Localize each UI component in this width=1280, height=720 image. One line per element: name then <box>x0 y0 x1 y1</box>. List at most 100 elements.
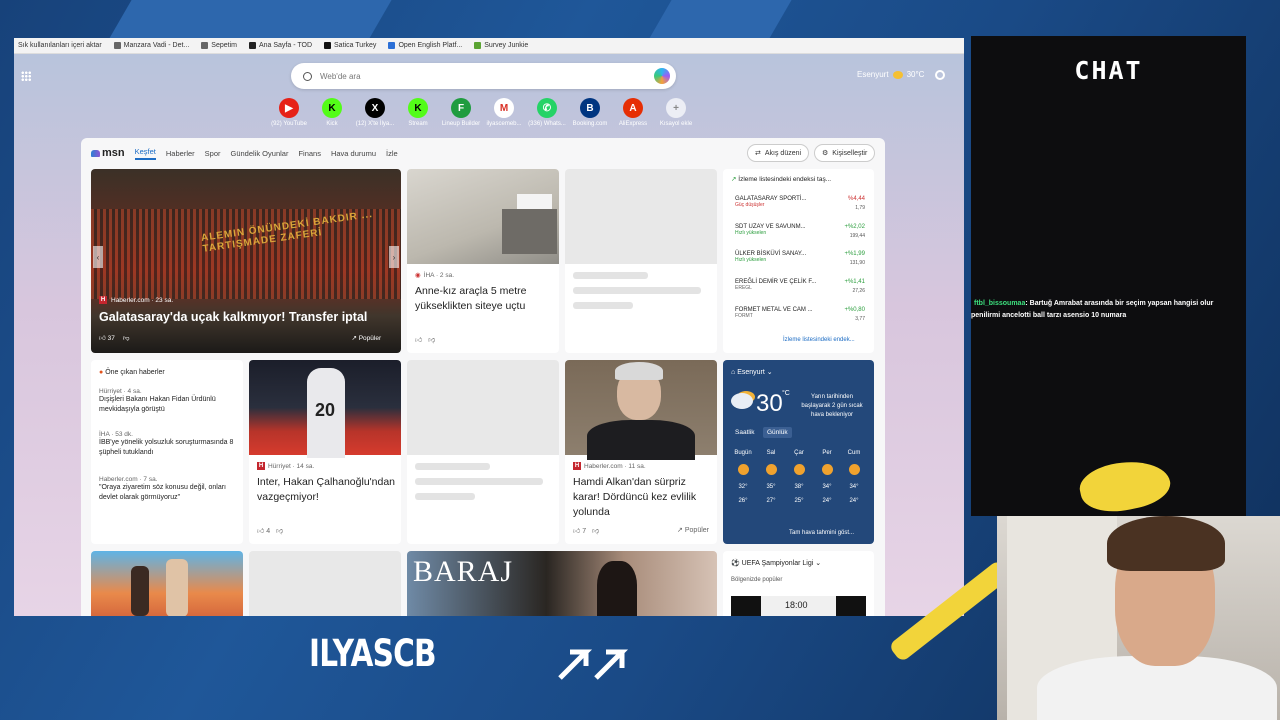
character-shape <box>131 566 149 616</box>
tab-finans[interactable]: Finans <box>298 149 321 158</box>
loading-image <box>407 360 559 455</box>
like-icon[interactable]: 👍︎ 👎︎ <box>415 335 435 344</box>
day-name: Cum <box>847 450 861 456</box>
hero-card[interactable]: ALEMIN ÖNÜNDEKİ BAKDIR ... TARTIŞMADE ZA… <box>91 169 401 353</box>
aliexpress-icon: A <box>623 98 643 118</box>
msn-logo[interactable]: msn <box>91 147 125 159</box>
weather-card[interactable]: ⌂ Esenyurt ⌄ 30 °C Yarın tarihinden başl… <box>723 360 874 544</box>
watchlist-more-link[interactable]: İzleme listesindeki endek... <box>783 337 855 343</box>
news-card[interactable]: 20 H Hürriyet · 14 sa. Inter, Hakan Çalha… <box>249 360 401 544</box>
personalize-button[interactable]: ⚙ Kişiselleştir <box>814 144 876 162</box>
watchlist-row[interactable]: EREĞLİ DEMİR VE ÇELİK F... EREGL +%1,41 27,… <box>735 279 865 299</box>
new-tab-page: Web'de ara Esenyurt 30°C ▶ (92) YouTube K… <box>14 54 964 616</box>
news-card[interactable]: H Haberler.com · 11 sa. Hamdi Alkan'dan s… <box>565 360 717 544</box>
baraj-title: BARAJ <box>413 555 514 588</box>
tab-daily[interactable]: Günlük <box>763 427 792 438</box>
brand-arrows-icon <box>558 649 629 680</box>
like-icon[interactable]: 👍︎ 7 👎︎ <box>573 526 599 535</box>
watchlist-row[interactable]: SDT UZAY VE SAVUNM... Hızlı yükselen +%2,0… <box>735 224 865 244</box>
top-news-item[interactable]: Hürriyet · 4 sa. Dışişleri Bakanı Hakan … <box>99 388 237 415</box>
uefa-title[interactable]: ⚽ UEFA Şampiyonlar Ligi ⌄ <box>731 559 821 567</box>
tab-hava-durumu[interactable]: Hava durumu <box>331 149 376 158</box>
top-news-item[interactable]: Haberler.com · 7 sa. "Oraya ziyaretim sö… <box>99 476 237 503</box>
hero-title[interactable]: Galatasaray'da uçak kalkmıyor! Transfer … <box>99 310 367 324</box>
chat-text: : Bartuğ Amrabat arasında bir seçim yaps… <box>1025 300 1214 307</box>
top-news-title: ● Öne çıkan haberler <box>99 369 165 376</box>
news-source-text: Haberler.com · 11 sa. <box>584 462 646 470</box>
suit-shape <box>587 420 695 460</box>
watchlist-row[interactable]: GALATASARAY SPORTİ... Güç düşüşler %4,44 1,… <box>735 196 865 216</box>
haberler-logo-icon: H <box>99 296 107 304</box>
stock-value: 1,79 <box>855 205 865 211</box>
top-news-title-text: Öne çıkan haberler <box>105 369 165 376</box>
loading-card <box>249 551 401 616</box>
bookmark-item[interactable]: Sık kullanılanları içeri aktar <box>18 42 102 49</box>
like-icon[interactable]: 👍︎ 37 <box>99 334 115 342</box>
msn-logo-text: msn <box>102 147 125 159</box>
next-arrow-icon[interactable]: › <box>389 246 399 268</box>
stock-value: 199,44 <box>849 233 865 239</box>
like-count: 4 <box>266 528 271 535</box>
news-source: H Hürriyet · 14 sa. <box>257 462 314 470</box>
site-icon <box>388 42 396 49</box>
weather-widget-top[interactable]: Esenyurt 30°C <box>857 70 924 79</box>
hair-shape <box>615 362 663 380</box>
tab-kesfet[interactable]: Keşfet <box>134 147 156 160</box>
search-input[interactable]: Web'de ara <box>320 72 361 81</box>
add-shortcut-button[interactable]: + Kısayol ekle <box>650 98 702 127</box>
loading-card <box>407 360 559 544</box>
popular-badge: ↗ Popüler <box>351 335 382 342</box>
bookmark-item[interactable]: Satica Turkey <box>324 42 376 49</box>
day-name: Sal <box>766 450 776 456</box>
bookmark-item[interactable]: Open English Platf... <box>388 42 462 49</box>
top-news-item[interactable]: İHA · 53 dk. İBB'ye yönelik yolsuzluk so… <box>99 431 237 458</box>
chat-username: ftbl_bissoumaa <box>974 300 1026 307</box>
search-box[interactable]: Web'de ara <box>291 63 676 89</box>
copilot-icon[interactable] <box>654 68 670 84</box>
msn-nav: msn Keşfet Haberler Spor Gündelik Oyunla… <box>81 138 885 168</box>
game-card[interactable] <box>91 551 243 616</box>
tab-oyunlar[interactable]: Gündelik Oyunlar <box>231 149 289 158</box>
temp-low: 25° <box>794 498 804 504</box>
watchlist-row[interactable]: FORMET METAL VE CAM ... FORMT +%0,80 3,77 <box>735 307 865 327</box>
watchlist-row[interactable]: ÜLKER BİSKÜVİ SANAY... Hızlı yükselen +%1,… <box>735 251 865 271</box>
bookmark-item[interactable]: Manzara Vadi - Det... <box>113 42 189 49</box>
like-icon[interactable]: 👍︎ 4 👎︎ <box>257 526 283 535</box>
news-title: Hamdi Alkan'dan sürpriz karar! Dördüncü … <box>573 476 697 518</box>
dislike-icon[interactable]: 👎︎ <box>123 334 130 342</box>
baraj-card[interactable]: BARAJ <box>407 551 717 616</box>
temp-high: 34° <box>849 484 859 490</box>
temp-low: 24° <box>849 498 859 504</box>
tab-spor[interactable]: Spor <box>205 149 221 158</box>
quicklink-label: ilyascemeb... <box>486 121 522 127</box>
hero-source-text: Haberler.com · 23 sa. <box>111 296 174 304</box>
temp-low: 27° <box>766 498 776 504</box>
popular-label: Popüler <box>684 527 709 534</box>
chat-title: CHAT <box>1074 56 1143 85</box>
news-card[interactable]: ◉ İHA · 2 sa. Anne-kız araçla 5 metre yük… <box>407 169 559 353</box>
tab-hourly[interactable]: Saatlik <box>735 429 755 436</box>
quicklink-label: (92) YouTube <box>271 121 307 127</box>
forecast-day: Sal 35° 27° <box>761 450 781 504</box>
forecast-day: Bugün 32° 26° <box>733 450 753 504</box>
stock-sub: Hızlı yükselen <box>735 230 767 236</box>
weather-location[interactable]: ⌂ Esenyurt ⌄ <box>731 368 773 376</box>
building-shape <box>502 209 557 254</box>
apps-grid-icon[interactable] <box>21 71 31 81</box>
prev-arrow-icon[interactable]: ‹ <box>93 246 103 268</box>
bookmark-item[interactable]: Ana Sayfa - TOD <box>248 42 312 49</box>
tab-haberler[interactable]: Haberler <box>166 149 195 158</box>
match-row[interactable]: 18:00 <box>731 596 866 616</box>
site-icon <box>324 42 332 49</box>
gear-icon[interactable] <box>935 70 945 80</box>
tab-izle[interactable]: İzle <box>386 149 398 158</box>
stock-change: +%1,99 <box>844 251 865 257</box>
uefa-card[interactable]: ⚽ UEFA Şampiyonlar Ligi ⌄ Bölgenizde pop… <box>723 551 874 616</box>
bookmark-item[interactable]: Sepetim <box>201 42 237 49</box>
layout-button[interactable]: ⇄ Akış düzeni <box>747 144 810 162</box>
layout-icon: ⇄ <box>755 150 761 157</box>
bookmark-item[interactable]: Survey Junkie <box>474 42 528 49</box>
full-forecast-link[interactable]: Tam hava tahmini göst... <box>789 530 854 536</box>
stock-sub: Güç düşüşler <box>735 202 765 208</box>
hair-shape <box>1107 516 1225 571</box>
